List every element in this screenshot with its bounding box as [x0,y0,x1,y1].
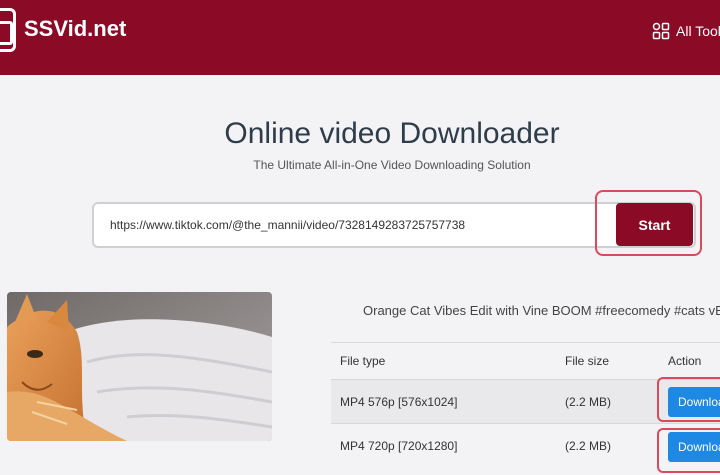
all-tools-menu[interactable]: All Tools [652,21,720,41]
cat-image [7,292,272,441]
url-input[interactable] [96,206,610,244]
video-title: Orange Cat Vibes Edit with Vine BOOM #fr… [363,303,720,318]
download-button-720p[interactable]: Download [668,432,720,462]
download-button-576p[interactable]: Download [668,387,720,417]
start-button[interactable]: Start [616,203,693,246]
all-tools-label: All Tools [676,23,720,39]
column-action: Action [668,354,702,368]
file-type-cell: MP4 720p [720x1280] [340,438,458,453]
column-file-type: File type [340,354,386,368]
grid-icon [652,22,670,40]
file-size-cell: (2.2 MB) [565,394,612,409]
site-header: SSVid.net All Tools [0,0,720,75]
site-logo[interactable]: SSVid.net [24,16,126,42]
table-header: File type File size Action [331,342,720,379]
column-file-size: File size [565,354,610,368]
video-thumbnail[interactable] [7,292,272,441]
page-subtitle: The Ultimate All-in-One Video Downloadin… [253,158,531,172]
file-size-cell: (2.2 MB) [565,438,612,453]
page-title: Online video Downloader [224,117,560,150]
logo-icon[interactable] [0,8,16,52]
file-type-cell: MP4 576p [576x1024] [340,394,458,409]
